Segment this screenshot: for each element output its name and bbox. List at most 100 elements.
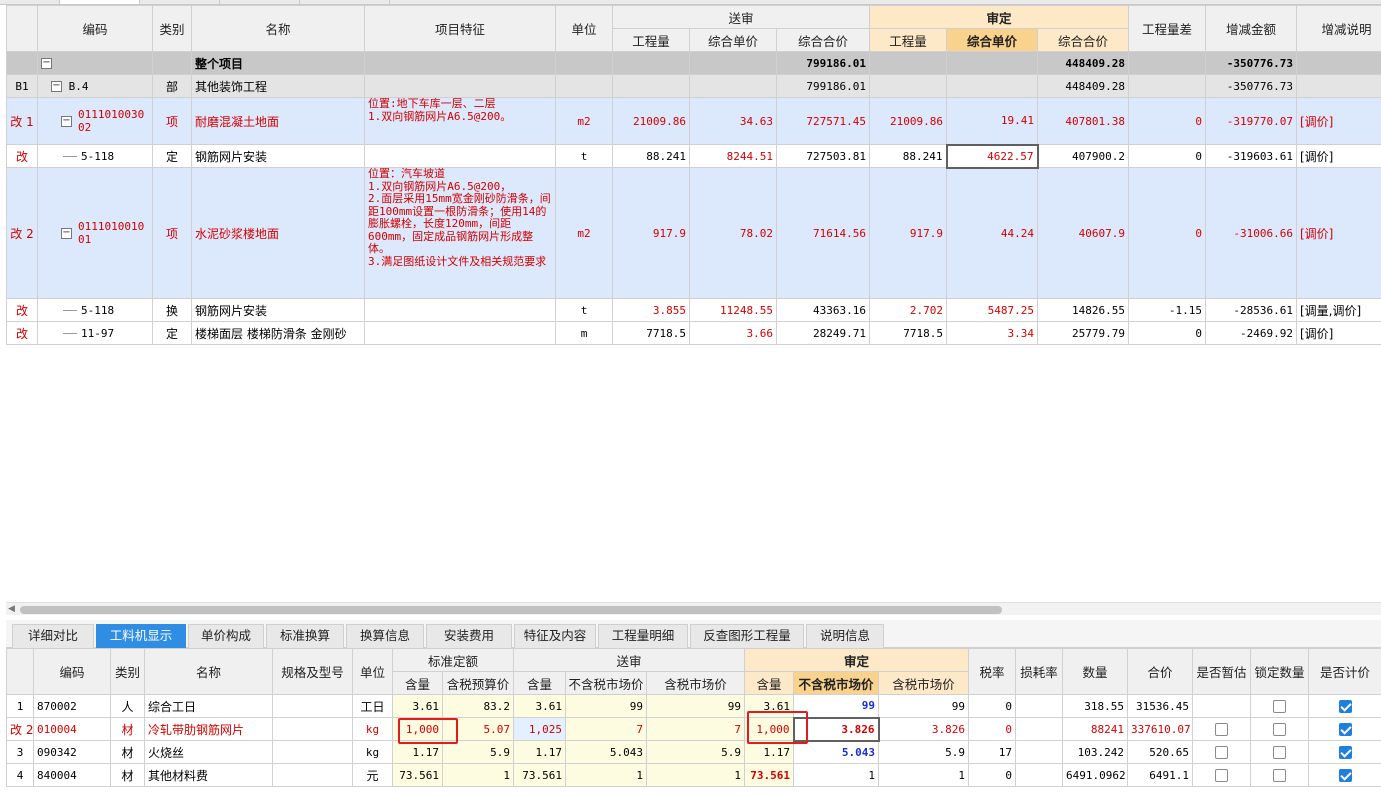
provisional-checkbox[interactable] bbox=[1215, 722, 1229, 736]
header-s-tax[interactable]: 含税市场价 bbox=[646, 671, 746, 695]
row-s-price: 3.66 bbox=[689, 321, 777, 345]
row-change: -31006.66 bbox=[1205, 167, 1297, 299]
header-s-content[interactable]: 含量 bbox=[513, 671, 567, 695]
header-change-note[interactable]: 增减说明 bbox=[1296, 5, 1381, 52]
row-s-qty bbox=[612, 74, 690, 98]
header-index bbox=[6, 5, 38, 52]
provisional-checkbox[interactable] bbox=[1215, 768, 1229, 782]
header-type[interactable]: 类别 bbox=[110, 648, 145, 695]
row-a-notax[interactable]: 1 bbox=[793, 763, 880, 787]
priced-checkbox[interactable] bbox=[1338, 699, 1352, 713]
header-features[interactable]: 项目特征 bbox=[364, 5, 556, 52]
header-is-provisional[interactable]: 是否暂估 bbox=[1192, 648, 1252, 695]
header-qty-diff[interactable]: 工程量差 bbox=[1128, 5, 1206, 52]
tab-features-content[interactable]: 特征及内容 bbox=[514, 624, 596, 648]
table-row[interactable]: 改 2 010004 材 冷轧带肋钢筋网片 kg 1,000 5.07 1,02… bbox=[6, 716, 1381, 742]
header-tax-rate[interactable]: 税率 bbox=[968, 648, 1017, 695]
scroll-left-icon[interactable]: ◀ bbox=[8, 604, 15, 614]
header-is-priced[interactable]: 是否计价 bbox=[1308, 648, 1381, 695]
header-s-qty[interactable]: 工程量 bbox=[612, 28, 690, 52]
row-a-price-cell[interactable]: 4622.57 bbox=[945, 143, 1039, 169]
collapse-icon[interactable]: − bbox=[61, 227, 72, 239]
table-row-child[interactable]: 改 5-118 定 钢筋网片安装 t 88.241 8244.51 727503… bbox=[6, 143, 1381, 169]
header-a-price[interactable]: 综合单价 bbox=[946, 28, 1038, 52]
lock-checkbox[interactable] bbox=[1273, 745, 1287, 759]
tab-qty-detail[interactable]: 工程量明细 bbox=[598, 624, 688, 648]
header-a-tax[interactable]: 含税市场价 bbox=[878, 671, 970, 695]
lock-checkbox[interactable] bbox=[1273, 768, 1287, 782]
row-unit: m2 bbox=[555, 167, 613, 299]
row-name: 钢筋网片安装 bbox=[191, 298, 365, 322]
scrollbar-thumb[interactable] bbox=[20, 606, 1002, 614]
header-s-price[interactable]: 综合单价 bbox=[689, 28, 777, 52]
row-std-price: 83.2 bbox=[441, 694, 515, 718]
header-type[interactable]: 类别 bbox=[152, 5, 192, 52]
table-row-child[interactable]: 改 5-118 换 钢筋网片安装 t 3.855 11248.55 43363.… bbox=[6, 298, 1381, 322]
table-row-total[interactable]: − 整个项目 799186.01 448409.28 -350776.73 bbox=[6, 51, 1381, 75]
lock-checkbox[interactable] bbox=[1273, 699, 1287, 713]
collapse-icon[interactable]: − bbox=[41, 58, 52, 69]
table-row[interactable]: 3 090342 材 火烧丝 kg 1.17 5.9 1.17 5.043 5.… bbox=[6, 740, 1381, 764]
row-provisional bbox=[1192, 740, 1252, 764]
priced-checkbox[interactable] bbox=[1338, 768, 1352, 782]
row-a-tax: 3.826 bbox=[878, 717, 970, 741]
header-std-content[interactable]: 含量 bbox=[392, 671, 443, 695]
header-code[interactable]: 编码 bbox=[37, 5, 153, 52]
header-code[interactable]: 编码 bbox=[33, 648, 111, 695]
row-type: 材 bbox=[110, 740, 145, 764]
row-index: 改 2 bbox=[6, 717, 34, 741]
row-total: 6491.1 bbox=[1127, 763, 1194, 787]
tab-labor-material-machine[interactable]: 工料机显示 bbox=[96, 624, 186, 648]
row-spec bbox=[272, 694, 353, 718]
strip-seg-active bbox=[60, 0, 140, 4]
tab-conversion-info[interactable]: 换算信息 bbox=[346, 624, 424, 648]
header-unit[interactable]: 单位 bbox=[352, 648, 393, 695]
row-code-text: 011101001001 bbox=[78, 220, 145, 246]
table-row-child[interactable]: 改 11-97 定 楼梯面层 楼梯防滑条 金刚砂 m 7718.5 3.66 2… bbox=[6, 321, 1381, 345]
provisional-checkbox[interactable] bbox=[1215, 745, 1229, 759]
header-quantity[interactable]: 数量 bbox=[1062, 648, 1129, 695]
row-s-price: 11248.55 bbox=[689, 298, 777, 322]
header-lock-qty[interactable]: 锁定数量 bbox=[1250, 648, 1310, 695]
row-a-price: 5487.25 bbox=[946, 298, 1038, 322]
tab-detail-compare[interactable]: 详细对比 bbox=[12, 624, 94, 648]
row-a-tax: 99 bbox=[878, 694, 970, 718]
header-total[interactable]: 合价 bbox=[1127, 648, 1194, 695]
row-qty: 6491.0962 bbox=[1062, 763, 1129, 787]
collapse-icon[interactable]: − bbox=[61, 115, 72, 127]
lock-checkbox[interactable] bbox=[1273, 722, 1287, 736]
table-row[interactable]: 1 870002 人 综合工日 工日 3.61 83.2 3.61 99 99 … bbox=[6, 694, 1381, 718]
header-a-qty[interactable]: 工程量 bbox=[869, 28, 947, 52]
header-a-content[interactable]: 含量 bbox=[744, 671, 795, 695]
header-std-price[interactable]: 含税预算价 bbox=[441, 671, 515, 695]
row-index: 改 1 bbox=[6, 97, 38, 145]
tab-reverse-graphic-qty[interactable]: 反查图形工程量 bbox=[690, 624, 804, 648]
header-s-notax[interactable]: 不含税市场价 bbox=[565, 671, 648, 695]
table-row[interactable]: 4 840004 材 其他材料费 元 73.561 1 73.561 1 1 7… bbox=[6, 763, 1381, 787]
horizontal-scrollbar[interactable]: ◀ bbox=[6, 602, 1381, 615]
header-loss-rate[interactable]: 损耗率 bbox=[1015, 648, 1064, 695]
header-change-amount[interactable]: 增减金额 bbox=[1205, 5, 1297, 52]
priced-checkbox[interactable] bbox=[1338, 745, 1352, 759]
tab-price-composition[interactable]: 单价构成 bbox=[188, 624, 264, 648]
tab-description[interactable]: 说明信息 bbox=[806, 624, 884, 648]
priced-checkbox[interactable] bbox=[1338, 722, 1352, 736]
header-a-notax[interactable]: 不含税市场价 bbox=[793, 671, 880, 695]
row-diff: -1.15 bbox=[1128, 298, 1206, 322]
row-name: 火烧丝 bbox=[144, 740, 273, 764]
row-code: 5-118 bbox=[37, 298, 153, 322]
header-a-total[interactable]: 综合合价 bbox=[1037, 28, 1129, 52]
table-row-item[interactable]: 改 1 −011101003002 项 耐磨混凝土地面 位置:地下车库一层、二层… bbox=[6, 97, 1381, 145]
table-row-item[interactable]: 改 2 −011101001001 项 水泥砂浆楼地面 位置：汽车坡道 1.双向… bbox=[6, 167, 1381, 299]
tab-standard-conversion[interactable]: 标准换算 bbox=[266, 624, 344, 648]
header-unit[interactable]: 单位 bbox=[555, 5, 613, 52]
header-name[interactable]: 名称 bbox=[144, 648, 273, 695]
header-s-total[interactable]: 综合合价 bbox=[776, 28, 870, 52]
collapse-icon[interactable]: − bbox=[51, 81, 62, 92]
header-name[interactable]: 名称 bbox=[191, 5, 365, 52]
tab-install-fee[interactable]: 安装费用 bbox=[426, 624, 512, 648]
row-a-content[interactable]: 73.561 bbox=[744, 763, 795, 787]
row-lock bbox=[1250, 763, 1310, 787]
header-spec[interactable]: 规格及型号 bbox=[272, 648, 353, 695]
table-row-section[interactable]: B1 − B.4 部 其他装饰工程 799186.01 448409.28 -3… bbox=[6, 74, 1381, 98]
